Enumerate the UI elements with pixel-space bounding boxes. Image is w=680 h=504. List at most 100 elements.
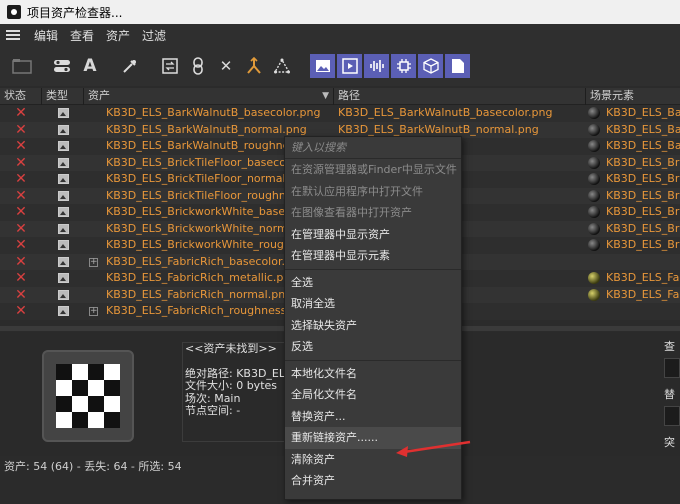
context-menu-item: 在默认应用程序中打开文件 (291, 184, 423, 198)
missing-x-icon: ✕ (15, 303, 27, 320)
context-menu-item[interactable]: 在管理器中显示资产 (285, 224, 461, 246)
missing-x-icon: ✕ (15, 105, 27, 122)
status-cell: ✕ (0, 138, 42, 155)
find-field[interactable] (664, 358, 680, 378)
image-type-icon (57, 124, 69, 135)
type-cell (42, 138, 84, 155)
replace-field[interactable] (664, 406, 680, 426)
hamburger-menu-icon[interactable] (6, 30, 20, 40)
type-cell (42, 254, 84, 271)
tree-icon[interactable] (270, 54, 294, 78)
status-cell: ✕ (0, 237, 42, 254)
audio-filter-icon[interactable] (364, 54, 389, 78)
asset-name: KB3D_ELS_BrickTileFloor_basecolo (106, 155, 296, 169)
context-menu-item[interactable]: 取消全选 (285, 293, 461, 315)
asset-name: KB3D_ELS_BrickTileFloor_roughne (106, 188, 293, 202)
asset-name: KB3D_ELS_BarkWalnutB_basecolor.png (106, 106, 321, 119)
scene-cell: KB3D_ELS_Bar (586, 138, 680, 155)
table-row[interactable]: ✕ KB3D_ELS_BarkWalnutB_basecolor.png KB3D_… (0, 105, 680, 122)
app-icon (7, 5, 21, 19)
scene-element: KB3D_ELS_Bar (606, 122, 680, 136)
context-menu-item: 在资源管理器或Finder中显示文件 (291, 163, 457, 176)
chip-filter-icon[interactable] (391, 54, 416, 78)
header-asset-label: 资产 (88, 89, 110, 102)
toggle-icon[interactable] (50, 54, 74, 78)
text-icon[interactable]: A (78, 54, 102, 78)
close-icon[interactable]: ✕ (214, 54, 238, 78)
context-menu-item[interactable]: 在管理器中显示元素 (285, 245, 461, 267)
context-menu-item[interactable]: 全选 (285, 272, 461, 294)
header-type[interactable]: 类型 (42, 88, 84, 105)
scene-cell (586, 254, 680, 271)
video-filter-icon[interactable] (337, 54, 362, 78)
header-scene[interactable]: 场景元素 (586, 88, 680, 105)
scene-cell: KB3D_ELS_Bric (586, 221, 680, 238)
eyedropper-icon[interactable] (118, 54, 142, 78)
merge-icon[interactable] (242, 54, 266, 78)
scene-element: KB3D_ELS_Bric (606, 238, 680, 252)
context-menu-item[interactable]: 本地化文件名 (285, 363, 461, 385)
scene-element: KB3D_ELS_Bar (606, 106, 680, 120)
asset-cell: KB3D_ELS_BarkWalnutB_basecolor.png (84, 105, 334, 122)
scene-cell: KB3D_ELS_Fab (586, 270, 680, 287)
menu-view[interactable]: 查看 (64, 27, 100, 44)
image-filter-icon[interactable] (310, 54, 335, 78)
path-cell: KB3D_ELS_BarkWalnutB_basecolor.png (334, 105, 586, 122)
header-status[interactable]: 状态 (0, 88, 42, 105)
scene-cell: KB3D_ELS_Bric (586, 171, 680, 188)
header-asset[interactable]: 资产 ▼ (84, 88, 334, 105)
chain-icon[interactable] (186, 54, 210, 78)
asset-name: KB3D_ELS_FabricRich_basecolor.pr (106, 254, 297, 268)
annotation-arrow-icon (396, 440, 471, 457)
context-menu-item[interactable]: 选择缺失资产 (285, 315, 461, 337)
context-search-input[interactable]: 键入以搜索 (285, 137, 461, 159)
header-path[interactable]: 路径 (334, 88, 586, 105)
type-cell (42, 105, 84, 122)
scene-element: KB3D_ELS_Bric (606, 221, 680, 235)
right-label-replace: 替 (664, 388, 675, 401)
expand-icon[interactable]: + (89, 307, 98, 316)
missing-x-icon: ✕ (15, 154, 27, 171)
missing-x-icon: ✕ (15, 237, 27, 254)
asset-name: KB3D_ELS_BarkWalnutB_roughnes (106, 139, 296, 152)
status-cell: ✕ (0, 303, 42, 320)
scene-cell: KB3D_ELS_Bric (586, 155, 680, 172)
asset-name: KB3D_ELS_FabricRich_roughness.p (106, 304, 297, 317)
menu-edit[interactable]: 编辑 (28, 27, 64, 44)
toolbar: A ✕ (0, 46, 680, 86)
image-type-icon (57, 190, 69, 201)
asset-name: KB3D_ELS_BrickworkWhite_roughn (106, 238, 298, 251)
expand-icon[interactable]: + (89, 257, 98, 267)
missing-x-icon: ✕ (15, 286, 27, 303)
asset-name: KB3D_ELS_BrickTileFloor_normal.p (106, 172, 296, 185)
menu-filter[interactable]: 过滤 (136, 27, 172, 44)
material-ball-icon (588, 156, 600, 169)
material-ball-icon (588, 189, 600, 202)
menu-separator (285, 268, 461, 270)
relink-icon[interactable] (158, 54, 182, 78)
asset-name: KB3D_ELS_BrickworkWhite_normal (106, 221, 298, 235)
folder-icon[interactable] (10, 54, 34, 78)
material-ball-icon (588, 288, 600, 301)
context-menu-item[interactable]: 合并资产 (285, 470, 461, 492)
context-menu-item[interactable]: 全局化文件名 (285, 384, 461, 406)
type-cell (42, 188, 84, 205)
right-button[interactable]: 突 (664, 434, 680, 450)
asset-name: KB3D_ELS_BrickworkWhite_basecol (106, 205, 301, 218)
scene-element: KB3D_ELS_Bric (606, 205, 680, 219)
material-ball-icon (588, 272, 600, 285)
cube-filter-icon[interactable] (418, 54, 443, 78)
scene-cell (586, 303, 680, 320)
status-cell: ✕ (0, 221, 42, 238)
context-menu-item[interactable]: 反选 (285, 336, 461, 358)
menu-asset[interactable]: 资产 (100, 27, 136, 44)
image-type-icon (57, 141, 69, 152)
menu-separator (285, 359, 461, 361)
doc-filter-icon[interactable] (445, 54, 470, 78)
status-cell: ✕ (0, 171, 42, 188)
menu-bar: 编辑 查看 资产 过滤 (0, 24, 680, 46)
asset-name: KB3D_ELS_FabricRich_metallic.png (106, 271, 298, 284)
missing-x-icon: ✕ (15, 253, 27, 270)
sort-desc-icon: ▼ (322, 91, 329, 101)
context-menu-item[interactable]: 替换资产... (285, 406, 461, 428)
